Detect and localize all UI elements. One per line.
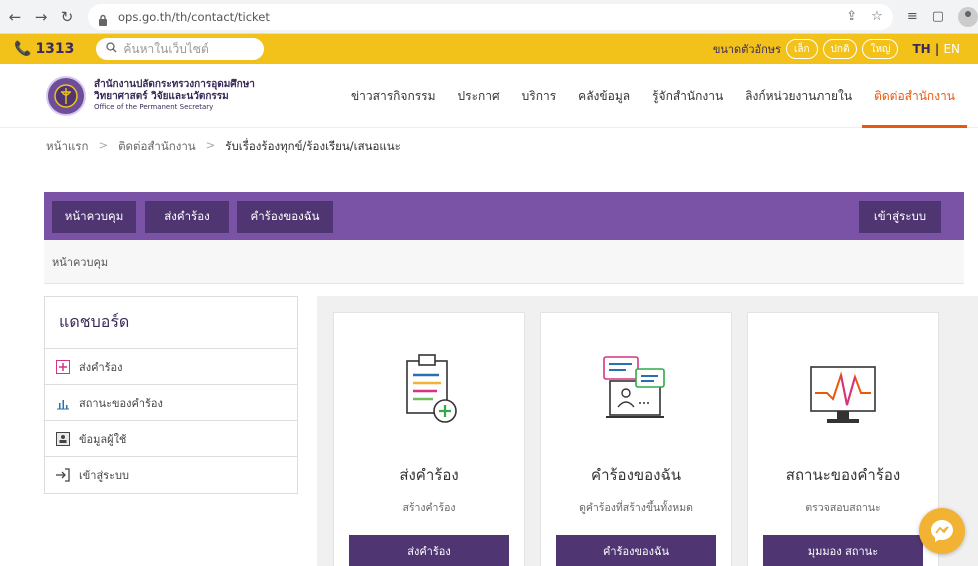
- sidebar-item-label: ส่งคำร้อง: [79, 360, 123, 374]
- sidepanel-icon[interactable]: ▢: [932, 9, 944, 24]
- user-card-icon: [55, 431, 71, 447]
- card-title: สถานะของคำร้อง: [785, 466, 901, 484]
- font-size-normal-button[interactable]: ปกติ: [822, 39, 858, 59]
- breadcrumb-separator: >: [98, 138, 109, 152]
- card-subtitle: ดูคำร้องที่สร้างขึ้นทั้งหมด: [579, 502, 693, 514]
- playlist-icon[interactable]: ≡: [907, 9, 918, 24]
- site-search-input[interactable]: ค้นหาในเว็บไซต์: [96, 38, 265, 60]
- dashboard-sidebar: แดชบอร์ด ส่งคำร้อง สถานะของคำร้อง ข้อมูล…: [44, 296, 298, 494]
- card-send-request: ส่งคำร้อง สร้างคำร้อง ส่งคำร้อง: [333, 312, 525, 566]
- bar-chart-icon: [55, 395, 71, 411]
- my-requests-button[interactable]: คำร้องของฉัน: [237, 201, 333, 233]
- address-bar[interactable]: ops.go.th/th/contact/ticket ⇪ ☆: [88, 3, 893, 30]
- org-logo-icon[interactable]: [46, 75, 86, 116]
- nav-about[interactable]: รู้จักสำนักงาน: [652, 64, 723, 128]
- nav-internal-links[interactable]: ลิงก์หน่วยงานภายใน: [745, 64, 852, 128]
- font-size-small-button[interactable]: เล็ก: [785, 39, 818, 59]
- font-size-controls: ขนาดตัวอักษร เล็ก ปกติ ใหญ่: [713, 39, 899, 59]
- card-title: ส่งคำร้อง: [399, 466, 459, 484]
- card-subtitle: ตรวจสอบสถานะ: [805, 502, 881, 514]
- plus-icon: [55, 359, 71, 375]
- ticket-toolbar: หน้าควบคุม ส่งคำร้อง คำร้องของฉัน เข้าสู…: [44, 192, 964, 240]
- back-icon[interactable]: ←: [4, 6, 26, 28]
- forward-icon[interactable]: →: [30, 6, 52, 28]
- lang-en-link[interactable]: EN: [943, 42, 960, 56]
- card-title: คำร้องของฉัน: [591, 466, 681, 484]
- language-switcher: TH | EN: [912, 42, 960, 56]
- org-name-line2: วิทยาศาสตร์ วิจัยและนวัตกรรม: [94, 91, 229, 103]
- messenger-icon: [931, 520, 953, 542]
- sidebar-item-label: สถานะของคำร้อง: [79, 396, 163, 410]
- dashboard-panel: ส่งคำร้อง สร้างคำร้อง ส่งคำร้อง คำร้องขอ…: [317, 296, 978, 566]
- card-subtitle: สร้างคำร้อง: [402, 502, 456, 514]
- star-icon[interactable]: ☆: [871, 9, 883, 24]
- breadcrumb-separator: >: [205, 138, 216, 152]
- font-size-large-button[interactable]: ใหญ่: [862, 39, 899, 59]
- nav-contact[interactable]: ติดต่อสำนักงาน: [862, 64, 967, 128]
- top-utility-bar: 📞 1313 ค้นหาในเว็บไซต์ ขนาดตัวอักษร เล็ก…: [0, 34, 978, 64]
- card-my-requests: คำร้องของฉัน ดูคำร้องที่สร้างขึ้นทั้งหมด…: [540, 312, 732, 566]
- lang-th-link[interactable]: TH: [912, 42, 930, 56]
- org-name-line1: สำนักงานปลัดกระทรวงการอุดมศึกษา: [94, 79, 255, 91]
- messenger-chat-button[interactable]: [919, 508, 965, 554]
- lock-icon: [98, 11, 110, 26]
- login-icon: [55, 467, 71, 483]
- dashboard-button[interactable]: หน้าควบคุม: [52, 201, 136, 233]
- phone-icon: 📞: [14, 41, 32, 57]
- dashboard-subtitle: หน้าควบคุม: [44, 240, 964, 284]
- sidebar-item-status[interactable]: สถานะของคำร้อง: [45, 385, 297, 421]
- reload-icon[interactable]: ↻: [56, 6, 78, 28]
- url-text: ops.go.th/th/contact/ticket: [118, 9, 270, 24]
- search-icon: [106, 42, 117, 56]
- hotline[interactable]: 📞 1313: [14, 41, 74, 57]
- breadcrumb-current: รับเรื่องร้องทุกข์/ร้องเรียน/เสนอแนะ: [225, 139, 401, 153]
- site-header: สำนักงานปลัดกระทรวงการอุดมศึกษา วิทยาศาส…: [0, 64, 978, 128]
- nav-data-archive[interactable]: คลังข้อมูล: [578, 64, 630, 128]
- card-request-status: สถานะของคำร้อง ตรวจสอบสถานะ มุมมอง สถานะ: [747, 312, 939, 566]
- lang-separator: |: [930, 42, 944, 56]
- breadcrumb-home[interactable]: หน้าแรก: [46, 138, 88, 156]
- login-button[interactable]: เข้าสู่ระบบ: [859, 201, 941, 233]
- sidebar-item-label: เข้าสู่ระบบ: [79, 469, 129, 482]
- nav-news[interactable]: ข่าวสารกิจกรรม: [351, 64, 436, 128]
- search-placeholder: ค้นหาในเว็บไซต์: [123, 41, 209, 56]
- card-view-status-button[interactable]: มุมมอง สถานะ: [763, 535, 923, 566]
- org-name[interactable]: สำนักงานปลัดกระทรวงการอุดมศึกษา วิทยาศาส…: [94, 79, 255, 111]
- nav-services[interactable]: บริการ: [522, 64, 557, 128]
- breadcrumb-contact[interactable]: ติดต่อสำนักงาน: [118, 138, 196, 156]
- sidebar-item-user-info[interactable]: ข้อมูลผู้ใช้: [45, 421, 297, 457]
- font-size-label: ขนาดตัวอักษร: [712, 43, 781, 56]
- browser-toolbar: ← → ↻ ops.go.th/th/contact/ticket ⇪ ☆ ≡ …: [0, 0, 978, 34]
- monitor-pulse-icon: [748, 347, 938, 447]
- org-name-english: Office of the Permanent Secretary: [94, 103, 214, 112]
- nav-announcements[interactable]: ประกาศ: [458, 64, 500, 128]
- send-request-button[interactable]: ส่งคำร้อง: [145, 201, 229, 233]
- hotline-number: 1313: [35, 41, 75, 57]
- card-my-requests-button[interactable]: คำร้องของฉัน: [556, 535, 716, 566]
- sidebar-item-label: ข้อมูลผู้ใช้: [79, 432, 127, 446]
- sidebar-title: แดชบอร์ด: [45, 297, 297, 349]
- sidebar-item-login[interactable]: เข้าสู่ระบบ: [45, 457, 297, 493]
- sidebar-item-send-request[interactable]: ส่งคำร้อง: [45, 349, 297, 385]
- chat-screen-icon: [541, 347, 731, 447]
- main-navigation: ข่าวสารกิจกรรม ประกาศ บริการ คลังข้อมูล …: [340, 64, 967, 128]
- clipboard-add-icon: [334, 347, 524, 447]
- breadcrumb: หน้าแรก > ติดต่อสำนักงาน > รับเรื่องร้อง…: [46, 138, 401, 156]
- share-icon[interactable]: ⇪: [846, 9, 857, 24]
- card-send-request-button[interactable]: ส่งคำร้อง: [349, 535, 509, 566]
- profile-avatar-icon[interactable]: [958, 6, 978, 27]
